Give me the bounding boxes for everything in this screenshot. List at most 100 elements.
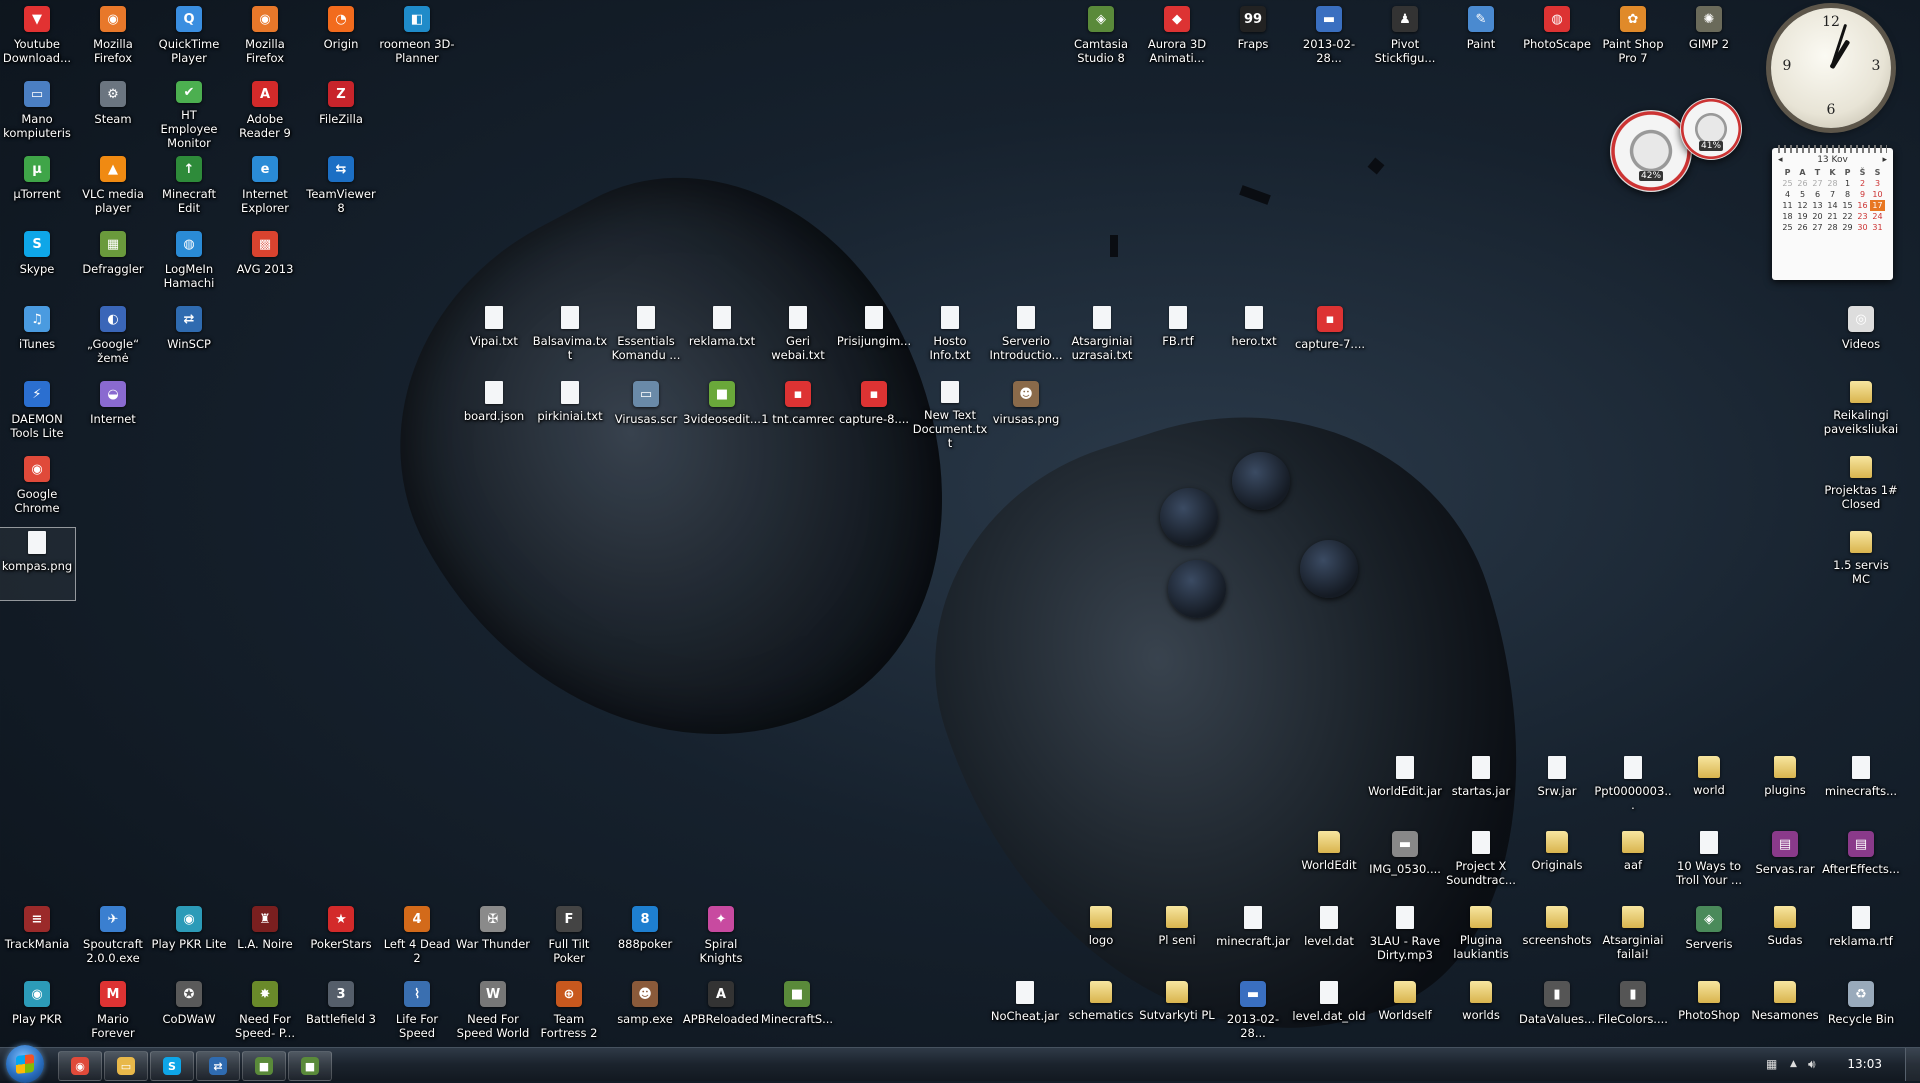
desktop-icon-war-thunder[interactable]: ✠ War Thunder <box>455 903 531 975</box>
calendar-day[interactable]: 22 <box>1840 211 1855 222</box>
desktop-icon-gimp-2[interactable]: ✺ GIMP 2 <box>1671 3 1747 75</box>
calendar-day[interactable]: 12 <box>1795 200 1810 211</box>
desktop-icon-utorrent[interactable]: µ µTorrent <box>0 153 75 225</box>
desktop-icon-minecrafts[interactable]: ■ MinecraftS... <box>759 978 835 1047</box>
desktop-icon-level-dat-old[interactable]: level.dat_old <box>1291 978 1367 1047</box>
desktop-icon-hosto-info-txt[interactable]: Hosto Info.txt <box>912 303 988 375</box>
calendar-day[interactable]: 17 <box>1870 200 1885 211</box>
desktop-icon-img-2013-02-28-top[interactable]: ▬ 2013-02-28... <box>1291 3 1367 75</box>
desktop-icon-3videosedit[interactable]: ■ 3videosedit... <box>683 378 761 450</box>
desktop-icon-prisijungim[interactable]: Prisijungim... <box>836 303 912 375</box>
calendar-day[interactable]: 28 <box>1825 178 1840 189</box>
desktop-icon-geri-webai-txt[interactable]: Geri webai.txt <box>760 303 836 375</box>
desktop-icon-level-dat[interactable]: level.dat <box>1291 903 1367 975</box>
calendar-day[interactable]: 25 <box>1780 178 1795 189</box>
desktop-icon-worldself[interactable]: Worldself <box>1367 978 1443 1047</box>
calendar-day[interactable]: 20 <box>1810 211 1825 222</box>
calendar-next-icon[interactable]: ▸ <box>1882 155 1887 165</box>
calendar-day[interactable]: 7 <box>1825 189 1840 200</box>
taskbar-button-minecraft-2[interactable]: ■ <box>288 1051 332 1081</box>
calendar-gadget[interactable]: ◂ 13 Kov ▸ P A T K P Š S 25 26 27 28 1 2 3 4 5 6 7 8 9 10 11 1… <box>1772 145 1893 280</box>
desktop-icon-1-5-servis-mc[interactable]: 1.5 servis MC <box>1823 528 1899 600</box>
desktop-icon-internet[interactable]: ◒ Internet <box>75 378 151 450</box>
desktop-icon-worldedit[interactable]: WorldEdit <box>1291 828 1367 900</box>
desktop-icon-1-tnt-camrec[interactable]: ▪ 1 tnt.camrec <box>760 378 836 450</box>
desktop-icon-steam[interactable]: ⚙ Steam <box>75 78 151 150</box>
desktop-icon-balsavima-txt[interactable]: Balsavima.txt <box>532 303 608 375</box>
desktop-icon-screenshots[interactable]: screenshots <box>1519 903 1595 975</box>
calendar-day[interactable]: 4 <box>1780 189 1795 200</box>
desktop-icon-camtasia-studio-8[interactable]: ◈ Camtasia Studio 8 <box>1063 3 1139 75</box>
desktop-icon-serveris[interactable]: ◈ Serveris <box>1671 903 1747 975</box>
desktop-icon-virusas-scr[interactable]: ▭ Virusas.scr <box>608 378 684 450</box>
desktop-icon-img-2013-02-28-bottom[interactable]: ▬ 2013-02-28... <box>1215 978 1291 1047</box>
desktop-icon-google-chrome[interactable]: ◉ Google Chrome <box>0 453 75 525</box>
desktop-icon-internet-explorer[interactable]: e Internet Explorer <box>227 153 303 225</box>
desktop-icon-minecraft-jar[interactable]: minecraft.jar <box>1215 903 1291 975</box>
desktop-icon-essentials-komandu[interactable]: Essentials Komandu ... <box>608 303 684 375</box>
desktop-icon-teamviewer-8[interactable]: ⇆ TeamViewer 8 <box>303 153 379 225</box>
desktop-icon-avg-2013[interactable]: ▩ AVG 2013 <box>227 228 303 300</box>
desktop-icon-capture-8[interactable]: ▪ capture-8.... <box>836 378 912 450</box>
calendar-prev-icon[interactable]: ◂ <box>1778 155 1783 165</box>
calendar-day[interactable]: 6 <box>1810 189 1825 200</box>
calendar-day[interactable]: 13 <box>1810 200 1825 211</box>
desktop-icon-minecraft-edit[interactable]: ↑ Minecraft Edit <box>151 153 227 225</box>
desktop-icon-originals[interactable]: Originals <box>1519 828 1595 900</box>
show-hidden-icons-icon[interactable]: ▲ <box>1790 1059 1797 1069</box>
calendar-day[interactable]: 19 <box>1795 211 1810 222</box>
desktop-icon-play-pkr[interactable]: ◉ Play PKR <box>0 978 75 1047</box>
desktop-icon-startas-jar[interactable]: startas.jar <box>1443 753 1519 825</box>
desktop-icon-spiral-knights[interactable]: ✦ Spiral Knights <box>683 903 759 975</box>
calendar-day[interactable]: 16 <box>1855 200 1870 211</box>
start-button[interactable] <box>6 1045 44 1083</box>
desktop-icon-photoshop[interactable]: PhotoShop <box>1671 978 1747 1047</box>
desktop-icon-trackmania[interactable]: ≡ TrackMania <box>0 903 75 975</box>
desktop[interactable]: ▼ Youtube Download... ◉ Mozilla Firefox Q Qui… <box>0 0 1920 1047</box>
desktop-icon-reklama-rtf[interactable]: reklama.rtf <box>1823 903 1899 975</box>
desktop-icon-sudas[interactable]: Sudas <box>1747 903 1823 975</box>
desktop-icon-kompas-png[interactable]: kompas.png <box>0 527 76 601</box>
desktop-icon-pivot-stickfigure[interactable]: ♟ Pivot Stickfigu... <box>1367 3 1443 75</box>
desktop-icon-vipai-txt[interactable]: Vipai.txt <box>456 303 532 375</box>
desktop-icon-10-ways-to-troll[interactable]: 10 Ways to Troll Your ... <box>1671 828 1747 900</box>
desktop-icon-recycle-bin[interactable]: ♻ Recycle Bin <box>1823 978 1899 1047</box>
desktop-icon-servas-rar[interactable]: ▤ Servas.rar <box>1747 828 1823 900</box>
desktop-icon-full-tilt-poker[interactable]: F Full Tilt Poker <box>531 903 607 975</box>
calendar-day[interactable]: 27 <box>1810 178 1825 189</box>
desktop-icon-atsarginiai-uzrasai[interactable]: Atsarginiai uzrasai.txt <box>1064 303 1140 375</box>
desktop-icon-pokerstars[interactable]: ★ PokerStars <box>303 903 379 975</box>
calendar-day[interactable]: 23 <box>1855 211 1870 222</box>
desktop-icon-need-for-speed-world[interactable]: W Need For Speed World <box>455 978 531 1047</box>
desktop-icon-fraps[interactable]: 99 Fraps <box>1215 3 1291 75</box>
volume-icon[interactable]: 🔊︎ <box>1808 1057 1816 1072</box>
taskbar-button-minecraft-1[interactable]: ■ <box>242 1051 286 1081</box>
calendar-day[interactable]: 28 <box>1825 222 1840 233</box>
desktop-icon-serverio-introductio[interactable]: Serverio Introductio... <box>988 303 1064 375</box>
desktop-icon-videos[interactable]: ◎ Videos <box>1823 303 1899 375</box>
desktop-icon-plugina-laukiantis[interactable]: Plugina laukiantis <box>1443 903 1519 975</box>
desktop-icon-filezilla[interactable]: Z FileZilla <box>303 78 379 150</box>
desktop-icon-worldedit-jar[interactable]: WorldEdit.jar <box>1367 753 1443 825</box>
calendar-day[interactable]: 31 <box>1870 222 1885 233</box>
calendar-day[interactable]: 14 <box>1825 200 1840 211</box>
desktop-icon-hero-txt[interactable]: hero.txt <box>1216 303 1292 375</box>
taskbar-button-winscp[interactable]: ⇄ <box>196 1051 240 1081</box>
calendar-day[interactable]: 8 <box>1840 189 1855 200</box>
desktop-icon-spoutcraft[interactable]: ✈ Spoutcraft 2.0.0.exe <box>75 903 151 975</box>
desktop-icon-datavalues[interactable]: ▮ DataValues... <box>1519 978 1595 1047</box>
desktop-icon-paint-shop-pro-7[interactable]: ✿ Paint Shop Pro 7 <box>1595 3 1671 75</box>
desktop-icon-defraggler[interactable]: ▦ Defraggler <box>75 228 151 300</box>
desktop-icon-plugins[interactable]: plugins <box>1747 753 1823 825</box>
desktop-icon-skype[interactable]: S Skype <box>0 228 75 300</box>
desktop-icon-winscp[interactable]: ⇄ WinSCP <box>151 303 227 375</box>
desktop-icon-mozilla-firefox-1[interactable]: ◉ Mozilla Firefox <box>75 3 151 75</box>
desktop-icon-pirkiniai-txt[interactable]: pirkiniai.txt <box>532 378 608 450</box>
calendar-day[interactable]: 15 <box>1840 200 1855 211</box>
desktop-icon-team-fortress-2[interactable]: ⊕ Team Fortress 2 <box>531 978 607 1047</box>
calendar-day[interactable]: 24 <box>1870 211 1885 222</box>
desktop-icon-fb-rtf[interactable]: FB.rtf <box>1140 303 1216 375</box>
desktop-icon-sutvarkyti-pl[interactable]: Sutvarkyti PL <box>1139 978 1215 1047</box>
desktop-icon-daemon-tools-lite[interactable]: ⚡ DAEMON Tools Lite <box>0 378 75 450</box>
calendar-day[interactable]: 18 <box>1780 211 1795 222</box>
